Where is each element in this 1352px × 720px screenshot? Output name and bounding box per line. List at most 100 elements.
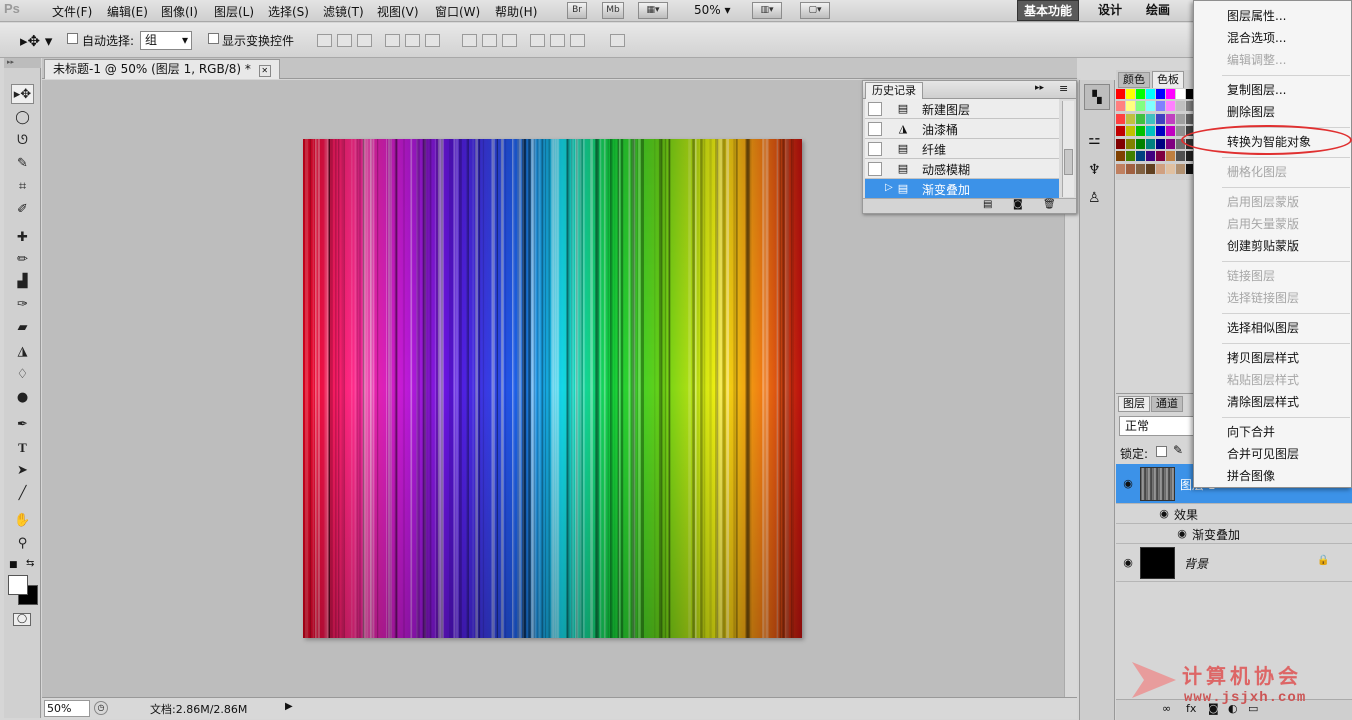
- path-selection-tool-icon[interactable]: ➤: [11, 461, 34, 481]
- history-dock-icon[interactable]: ▚: [1084, 84, 1110, 110]
- color-swatch[interactable]: [1176, 163, 1185, 174]
- lock-pixels-icon[interactable]: ✎: [1173, 443, 1183, 457]
- visibility-eye-icon[interactable]: ◉: [1120, 555, 1136, 571]
- marquee-tool-icon[interactable]: ◯: [11, 108, 34, 128]
- history-state[interactable]: ▤ 新建图层: [865, 99, 1059, 119]
- color-swatch[interactable]: [1156, 138, 1165, 149]
- menu-help[interactable]: 帮助(H): [495, 3, 537, 20]
- context-menu-item[interactable]: 拼合图像: [1227, 466, 1275, 486]
- color-swatch[interactable]: [1176, 151, 1185, 162]
- hand-tool-icon[interactable]: ✋: [11, 511, 34, 531]
- history-snapshot-box[interactable]: [868, 102, 882, 116]
- quick-mask-icon[interactable]: ◯: [13, 613, 31, 626]
- history-state[interactable]: ▤ 纤维: [865, 139, 1059, 159]
- paint-bucket-tool-icon[interactable]: ◮: [11, 342, 34, 362]
- color-swatch[interactable]: [1116, 126, 1125, 137]
- move-tool-icon[interactable]: ▸✥: [11, 84, 34, 104]
- align-right-icon[interactable]: [425, 34, 440, 47]
- tab-channels[interactable]: 通道: [1151, 396, 1183, 412]
- color-swatch[interactable]: [1176, 89, 1185, 99]
- color-swatch[interactable]: [1156, 126, 1165, 137]
- workspace-design[interactable]: 设计: [1092, 0, 1128, 21]
- lasso-tool-icon[interactable]: ᘎ: [11, 131, 34, 151]
- show-transform-checkbox[interactable]: [208, 33, 219, 47]
- context-menu-item[interactable]: 合并可见图层: [1227, 444, 1299, 464]
- context-menu-item[interactable]: 选择相似图层: [1227, 318, 1299, 338]
- color-swatch[interactable]: [1166, 138, 1175, 149]
- history-snapshot-box[interactable]: [868, 182, 882, 196]
- color-swatch[interactable]: [1146, 151, 1155, 162]
- color-swatch[interactable]: [1136, 151, 1145, 162]
- history-scrollbar[interactable]: [1062, 101, 1074, 197]
- distribute-bottom-icon[interactable]: [502, 34, 517, 47]
- adjustments-dock-icon[interactable]: ⚍: [1088, 132, 1101, 148]
- color-swatch[interactable]: [1116, 163, 1125, 174]
- clone-source-dock-icon[interactable]: ♙: [1088, 190, 1101, 206]
- color-swatch[interactable]: [1136, 126, 1145, 137]
- layer-row-background[interactable]: ◉ 背景 🔒: [1116, 544, 1352, 582]
- bridge-button[interactable]: Br: [567, 2, 587, 19]
- context-menu-item[interactable]: 清除图层样式: [1227, 392, 1299, 412]
- quick-select-tool-icon[interactable]: ✎: [11, 154, 34, 174]
- menu-filter[interactable]: 滤镜(T): [323, 3, 364, 20]
- layer-effects-row[interactable]: ◉ 效果: [1116, 504, 1352, 524]
- color-swatch[interactable]: [1126, 126, 1135, 137]
- context-menu-item[interactable]: 混合选项...: [1227, 28, 1286, 48]
- arrange-documents-button[interactable]: ▥▾: [752, 2, 782, 19]
- align-top-icon[interactable]: [317, 34, 332, 47]
- distribute-right-icon[interactable]: [570, 34, 585, 47]
- history-state[interactable]: ▤ 动感模糊: [865, 159, 1059, 179]
- status-menu-arrow-icon[interactable]: ▶: [285, 701, 293, 712]
- distribute-hcenter-icon[interactable]: [550, 34, 565, 47]
- color-swatch[interactable]: [1166, 151, 1175, 162]
- clone-stamp-tool-icon[interactable]: ▟: [11, 272, 34, 292]
- move-tool-preset-icon[interactable]: ▸✥ ▾: [20, 32, 52, 50]
- color-swatch[interactable]: [1146, 89, 1155, 99]
- trash-icon[interactable]: 🗑: [1043, 199, 1056, 210]
- menu-window[interactable]: 窗口(W): [435, 3, 480, 20]
- line-tool-icon[interactable]: ╱: [11, 484, 34, 504]
- context-menu-item[interactable]: 拷贝图层样式: [1227, 348, 1299, 368]
- context-menu-item[interactable]: 图层属性...: [1227, 6, 1286, 26]
- color-swatch[interactable]: [1156, 101, 1165, 112]
- color-swatch[interactable]: [1116, 151, 1125, 162]
- blend-mode-select[interactable]: 正常: [1119, 416, 1194, 436]
- panel-collapse-icon[interactable]: ▸▸: [1035, 83, 1044, 93]
- healing-brush-tool-icon[interactable]: ✚: [11, 228, 34, 248]
- context-menu-item[interactable]: 向下合并: [1227, 422, 1275, 442]
- color-swatch[interactable]: [1166, 101, 1175, 112]
- eraser-tool-icon[interactable]: ▰: [11, 318, 34, 338]
- auto-align-layers-icon[interactable]: [610, 34, 625, 47]
- color-swatch[interactable]: [1126, 138, 1135, 149]
- tab-color[interactable]: 颜色: [1118, 72, 1150, 88]
- context-menu-item[interactable]: 复制图层...: [1227, 80, 1286, 100]
- auto-select-target-select[interactable]: 组 ▾: [140, 31, 192, 50]
- close-icon[interactable]: ✕: [258, 65, 271, 77]
- type-tool-icon[interactable]: T: [11, 438, 34, 458]
- context-menu-item[interactable]: 创建剪贴蒙版: [1227, 236, 1299, 256]
- foreground-color-swatch[interactable]: [8, 575, 28, 595]
- lock-transparency-icon[interactable]: [1156, 446, 1167, 457]
- workspace-painting[interactable]: 绘画: [1140, 0, 1176, 21]
- eyedropper-tool-icon[interactable]: ✐: [11, 200, 34, 220]
- color-swatch[interactable]: [1156, 151, 1165, 162]
- color-swatch[interactable]: [1156, 89, 1165, 99]
- color-swatch[interactable]: [1146, 113, 1155, 124]
- color-swatch[interactable]: [1176, 101, 1185, 112]
- distribute-vcenter-icon[interactable]: [482, 34, 497, 47]
- color-swatch[interactable]: [1146, 101, 1155, 112]
- color-swatch[interactable]: [1126, 89, 1135, 99]
- history-snapshot-box[interactable]: [868, 142, 882, 156]
- color-swatch[interactable]: [1136, 89, 1145, 99]
- color-swatch[interactable]: [1166, 126, 1175, 137]
- history-snapshot-box[interactable]: [868, 162, 882, 176]
- color-swatch[interactable]: [1116, 113, 1125, 124]
- menu-view[interactable]: 视图(V): [377, 3, 419, 20]
- auto-select-checkbox[interactable]: [67, 33, 78, 47]
- menu-image[interactable]: 图像(I): [161, 3, 198, 20]
- context-menu-item[interactable]: 删除图层: [1227, 102, 1275, 122]
- document-canvas[interactable]: [303, 139, 802, 638]
- color-swatch[interactable]: [1126, 163, 1135, 174]
- panel-menu-icon[interactable]: ≡: [1059, 82, 1068, 95]
- view-extras-button[interactable]: ▦▾: [638, 2, 668, 19]
